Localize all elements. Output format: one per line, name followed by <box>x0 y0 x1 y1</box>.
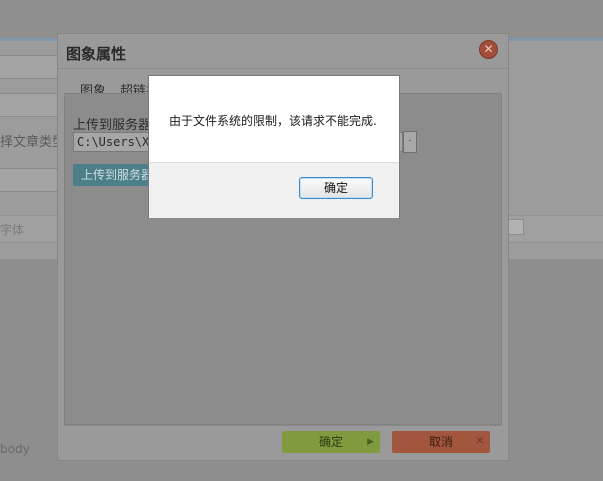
browse-button[interactable]: · <box>403 131 417 153</box>
alert-footer: 确定 <box>149 162 399 218</box>
form-field <box>0 168 58 192</box>
ok-button-label: 确定 <box>318 435 343 449</box>
footer-divider <box>64 425 502 426</box>
dialog-title: 图象属性 <box>66 45 127 63</box>
cancel-button-label: 取消 <box>428 435 453 449</box>
cancel-button[interactable]: 取消 ✕ <box>392 431 490 453</box>
alert-dialog: 由于文件系统的限制，该请求不能完成. 确定 <box>148 75 400 218</box>
alert-message: 由于文件系统的限制，该请求不能完成. <box>169 114 377 128</box>
close-icon[interactable]: ✕ <box>479 40 498 59</box>
alert-ok-button[interactable]: 确定 <box>299 177 373 199</box>
title-divider <box>58 68 508 69</box>
body-path-label: body <box>0 442 30 456</box>
arrow-right-icon: ▶ <box>367 437 374 447</box>
ok-button[interactable]: 确定 ▶ <box>282 431 380 453</box>
close-icon: ✕ <box>475 436 484 447</box>
toolbar-checkbox <box>508 219 524 235</box>
form-field <box>0 93 58 117</box>
font-label: 字体 <box>0 223 25 237</box>
article-type-label: 择文章类型 <box>0 135 66 150</box>
form-field <box>0 55 58 79</box>
